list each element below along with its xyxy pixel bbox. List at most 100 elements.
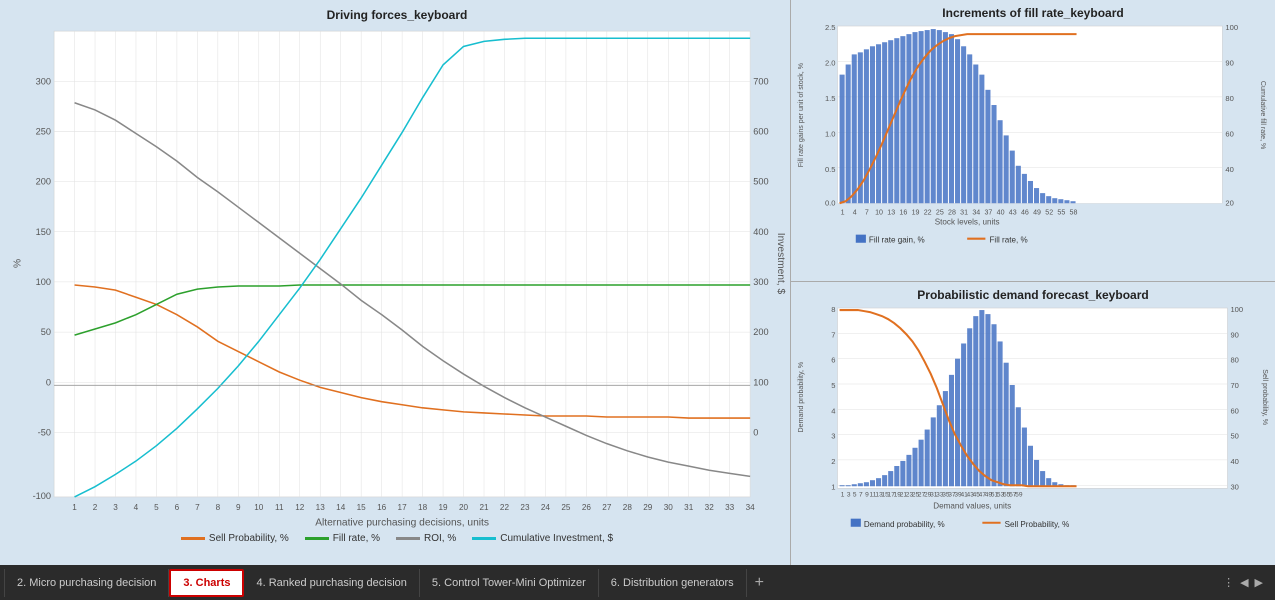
svg-text:34: 34: [746, 503, 756, 512]
svg-text:0: 0: [46, 377, 51, 387]
svg-text:14: 14: [336, 503, 346, 512]
svg-text:70: 70: [1230, 381, 1238, 390]
svg-text:3: 3: [831, 432, 835, 441]
svg-text:8: 8: [831, 306, 835, 314]
svg-text:0.0: 0.0: [825, 198, 836, 207]
tab-nav: ⋮ ◀ ▶: [1223, 576, 1271, 589]
svg-text:49: 49: [1033, 208, 1041, 216]
svg-text:40: 40: [997, 208, 1005, 216]
demand-forecast-chart: 8 7 6 5 4 3 2 1 100 90 80 70 60 50: [795, 306, 1271, 534]
tab-ranked-purchasing[interactable]: 4. Ranked purchasing decision: [244, 569, 419, 597]
svg-text:33: 33: [725, 503, 735, 512]
svg-text:22: 22: [500, 503, 510, 512]
svg-text:0.5: 0.5: [825, 165, 836, 174]
svg-text:Alternative purchasing decisio: Alternative purchasing decisions, units: [315, 518, 489, 528]
svg-text:27: 27: [602, 503, 612, 512]
svg-text:600: 600: [753, 127, 768, 137]
svg-text:30: 30: [1230, 482, 1238, 491]
svg-text:17: 17: [398, 503, 408, 512]
svg-text:500: 500: [753, 177, 768, 187]
svg-text:60: 60: [1225, 129, 1233, 138]
svg-text:100: 100: [753, 377, 768, 387]
tab-more-icon[interactable]: ⋮: [1223, 576, 1234, 589]
svg-text:4: 4: [853, 208, 857, 216]
svg-text:23: 23: [520, 503, 530, 512]
svg-text:1.5: 1.5: [825, 94, 836, 103]
svg-text:Cumulative fill rate, %: Cumulative fill rate, %: [1259, 81, 1267, 150]
svg-text:Stock levels, units: Stock levels, units: [935, 218, 1000, 227]
svg-text:700: 700: [753, 76, 768, 86]
svg-text:Demand probability, %: Demand probability, %: [797, 361, 805, 432]
svg-text:24: 24: [541, 503, 551, 512]
svg-text:50: 50: [1230, 432, 1238, 441]
svg-text:29: 29: [643, 503, 653, 512]
svg-text:59: 59: [1015, 491, 1023, 498]
svg-text:80: 80: [1230, 356, 1238, 365]
svg-text:7: 7: [195, 503, 200, 512]
svg-text:43: 43: [1009, 208, 1017, 216]
tab-micro-purchasing[interactable]: 2. Micro purchasing decision: [4, 569, 169, 597]
svg-text:37: 37: [985, 208, 993, 216]
svg-text:90: 90: [1225, 59, 1233, 68]
driving-forces-chart: 300 250 200 150 100 50 0 -50 -100 % 700 …: [8, 26, 786, 528]
svg-text:150: 150: [36, 227, 51, 237]
main-container: Driving forces_keyboard: [0, 0, 1275, 565]
svg-text:2: 2: [93, 503, 98, 512]
svg-text:1: 1: [841, 208, 845, 216]
svg-text:7: 7: [865, 208, 869, 216]
legend-roi: ROI, %: [396, 533, 456, 544]
top-right-panel: Increments of fill rate_keyboard 2.5 2.0…: [791, 0, 1275, 282]
svg-text:60: 60: [1230, 406, 1238, 415]
svg-text:58: 58: [1070, 208, 1078, 216]
svg-text:25: 25: [936, 208, 944, 216]
svg-text:15: 15: [357, 503, 367, 512]
svg-text:40: 40: [1230, 457, 1238, 466]
svg-text:20: 20: [459, 503, 469, 512]
svg-text:19: 19: [912, 208, 920, 216]
svg-text:1.0: 1.0: [825, 129, 836, 138]
right-panel: Increments of fill rate_keyboard 2.5 2.0…: [790, 0, 1275, 565]
svg-text:7: 7: [831, 330, 835, 339]
svg-text:1: 1: [841, 491, 845, 498]
svg-text:13: 13: [316, 503, 326, 512]
legend-cumulative-investment: Cumulative Investment, $: [472, 533, 613, 544]
tab-bar: 2. Micro purchasing decision 3. Charts 4…: [0, 565, 1275, 600]
svg-text:100: 100: [1230, 306, 1243, 314]
svg-text:26: 26: [582, 503, 592, 512]
svg-text:200: 200: [753, 327, 768, 337]
svg-text:Sell probability, %: Sell probability, %: [1261, 369, 1269, 425]
svg-text:3: 3: [847, 491, 851, 498]
tab-control-tower[interactable]: 5. Control Tower-Mini Optimizer: [420, 569, 599, 597]
svg-text:34: 34: [972, 208, 980, 216]
svg-text:20: 20: [1225, 198, 1233, 207]
svg-text:13: 13: [887, 208, 895, 216]
svg-text:5: 5: [853, 491, 857, 498]
svg-text:90: 90: [1230, 330, 1238, 339]
svg-text:100: 100: [36, 277, 51, 287]
svg-text:40: 40: [1225, 165, 1233, 174]
svg-text:100: 100: [1225, 24, 1238, 32]
svg-text:-50: -50: [38, 427, 51, 437]
left-chart-legend: Sell Probability, % Fill rate, % ROI, % …: [8, 533, 786, 544]
svg-text:10: 10: [254, 503, 264, 512]
bottom-right-chart-title: Probabilistic demand forecast_keyboard: [795, 288, 1271, 302]
tab-charts[interactable]: 3. Charts: [169, 569, 244, 597]
svg-text:300: 300: [36, 76, 51, 86]
svg-text:9: 9: [236, 503, 241, 512]
svg-text:19: 19: [439, 503, 449, 512]
svg-text:Sell Probability, %: Sell Probability, %: [1005, 520, 1070, 529]
svg-text:55: 55: [1057, 208, 1065, 216]
svg-text:31: 31: [960, 208, 968, 216]
tab-add-button[interactable]: +: [747, 574, 772, 592]
svg-text:1: 1: [72, 503, 77, 512]
svg-text:Investment, $: Investment, $: [775, 233, 786, 295]
svg-text:12: 12: [295, 503, 305, 512]
tab-nav-left-icon[interactable]: ◀: [1240, 576, 1248, 589]
svg-text:80: 80: [1225, 94, 1233, 103]
svg-text:25: 25: [561, 503, 571, 512]
fill-rate-chart: 2.5 2.0 1.5 1.0 0.5 0.0 100 90 80 60 40 …: [795, 24, 1271, 247]
svg-text:5: 5: [831, 381, 835, 390]
tab-distribution[interactable]: 6. Distribution generators: [599, 569, 747, 597]
tab-nav-right-icon[interactable]: ▶: [1255, 576, 1263, 589]
left-chart-title: Driving forces_keyboard: [8, 8, 786, 22]
